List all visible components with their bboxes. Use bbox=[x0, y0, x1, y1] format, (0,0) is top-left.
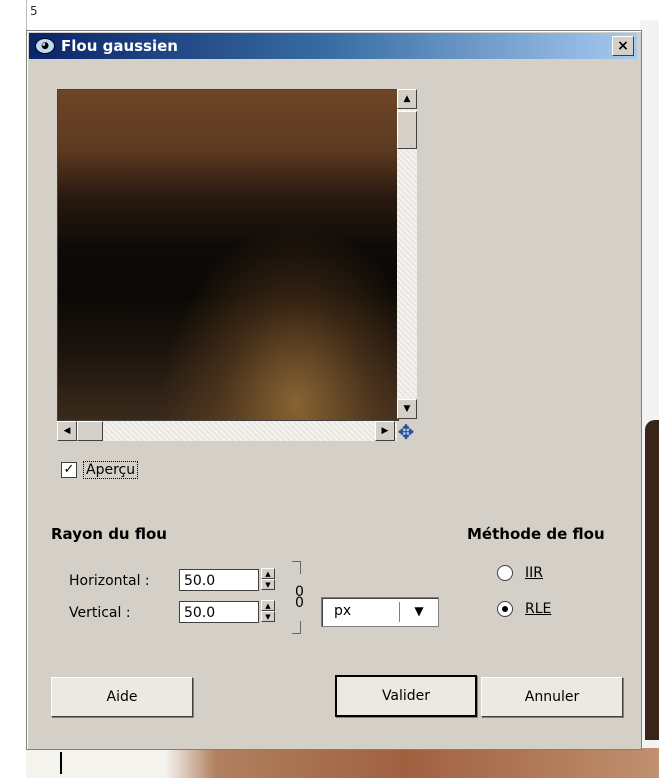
vertical-scroll-thumb[interactable] bbox=[397, 111, 417, 149]
spin-down-button[interactable]: ▼ bbox=[261, 611, 275, 622]
blur-radius-title: Rayon du flou bbox=[51, 525, 167, 543]
scroll-right-button[interactable]: ▶ bbox=[375, 421, 395, 441]
background-app-ruler bbox=[0, 0, 27, 778]
spin-up-button[interactable]: ▲ bbox=[261, 568, 275, 579]
scroll-left-button[interactable]: ◀ bbox=[57, 421, 77, 441]
chain-link-toggle[interactable]: 00 bbox=[292, 561, 310, 635]
preview-image[interactable] bbox=[58, 90, 398, 420]
horizontal-label: Horizontal : bbox=[69, 573, 150, 589]
unit-value: px bbox=[334, 603, 352, 619]
preview-label[interactable]: Aperçu bbox=[83, 461, 139, 479]
dialog-title: Flou gaussien bbox=[61, 37, 178, 55]
preview-checkbox[interactable]: ✓ bbox=[61, 462, 77, 478]
chain-bracket-top bbox=[292, 561, 301, 574]
gaussian-blur-dialog: ◕ Flou gaussien × ▲ ▼ ◀ ▶ ✥ ✓ Aperçu Ray… bbox=[26, 30, 642, 750]
vertical-spinner[interactable]: ▲ ▼ bbox=[261, 600, 275, 624]
help-button[interactable]: Aide bbox=[51, 677, 193, 717]
radio-rle-label[interactable]: RLE bbox=[525, 601, 551, 617]
chevron-down-icon[interactable]: ▼ bbox=[406, 601, 432, 621]
radio-rle-button[interactable] bbox=[497, 601, 513, 617]
radio-rle[interactable]: RLE bbox=[497, 601, 551, 617]
spin-down-button[interactable]: ▼ bbox=[261, 579, 275, 590]
background-app-mark: 5 bbox=[30, 4, 38, 18]
radio-iir[interactable]: IIR bbox=[497, 565, 543, 581]
background-image-fragment bbox=[645, 420, 659, 740]
close-icon: × bbox=[617, 38, 629, 54]
chain-bracket-bottom bbox=[292, 621, 301, 634]
preview-toggle[interactable]: ✓ Aperçu bbox=[61, 461, 139, 479]
unit-separator bbox=[399, 602, 400, 622]
background-canvas-fragment bbox=[26, 748, 659, 778]
preview-vertical-scrollbar[interactable]: ▲ ▼ bbox=[397, 89, 417, 419]
horizontal-spinner[interactable]: ▲ ▼ bbox=[261, 568, 275, 592]
vertical-label: Vertical : bbox=[69, 605, 131, 621]
ok-button[interactable]: Valider bbox=[335, 675, 477, 717]
background-app-top bbox=[0, 0, 659, 30]
preview-horizontal-scrollbar[interactable]: ◀ ▶ bbox=[57, 421, 397, 441]
horizontal-input[interactable]: 50.0 bbox=[179, 569, 259, 591]
preview-frame bbox=[57, 89, 399, 421]
radio-iir-label[interactable]: IIR bbox=[525, 565, 543, 581]
horizontal-scroll-thumb[interactable] bbox=[77, 421, 103, 441]
close-button[interactable]: × bbox=[612, 36, 634, 56]
dialog-titlebar[interactable]: ◕ Flou gaussien × bbox=[29, 33, 637, 59]
cancel-button[interactable]: Annuler bbox=[481, 677, 623, 717]
gimp-icon: ◕ bbox=[35, 38, 55, 54]
unit-select[interactable]: px ▼ bbox=[321, 597, 439, 627]
radio-iir-button[interactable] bbox=[497, 565, 513, 581]
scroll-up-button[interactable]: ▲ bbox=[397, 89, 417, 109]
scroll-down-button[interactable]: ▼ bbox=[397, 399, 417, 419]
background-ruler-mark bbox=[60, 752, 62, 774]
chain-link-icon: 00 bbox=[295, 584, 304, 611]
blur-method-title: Méthode de flou bbox=[467, 525, 605, 543]
vertical-input[interactable]: 50.0 bbox=[179, 601, 259, 623]
spin-up-button[interactable]: ▲ bbox=[261, 600, 275, 611]
navigate-icon[interactable]: ✥ bbox=[395, 421, 417, 443]
